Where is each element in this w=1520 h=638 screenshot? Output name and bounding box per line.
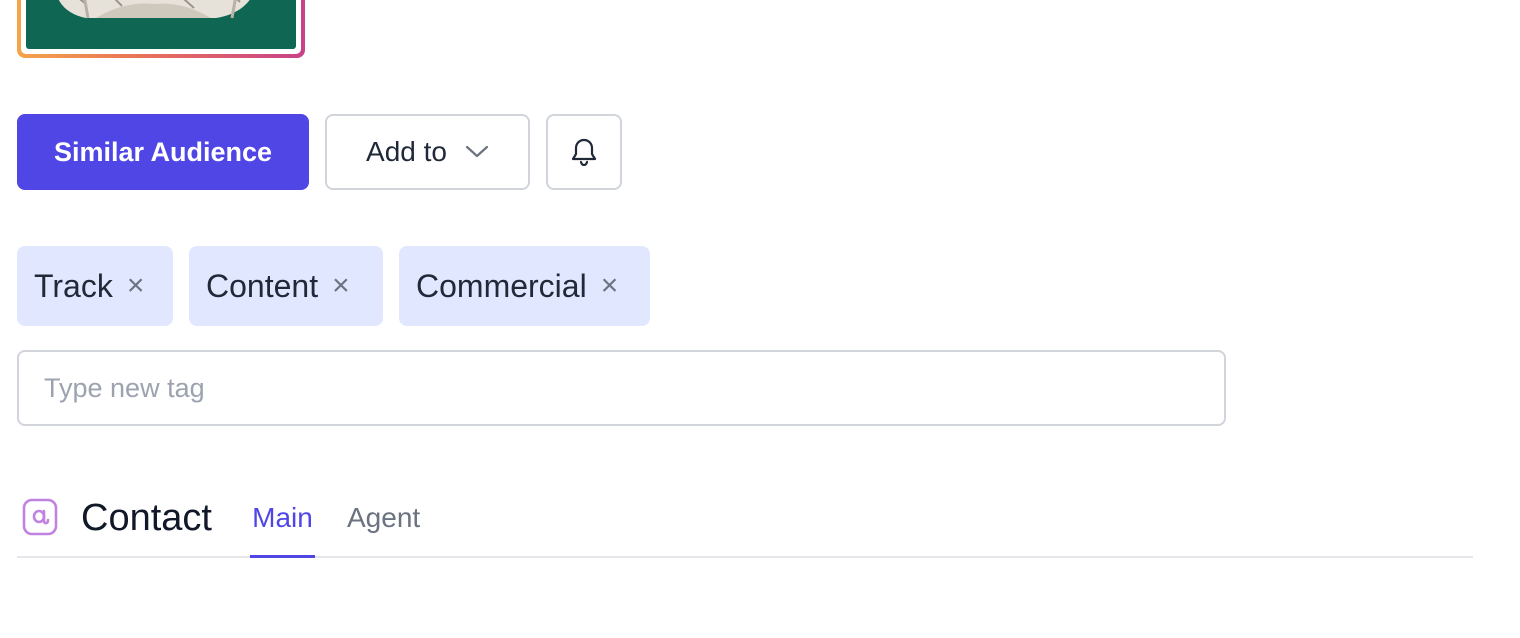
similar-audience-label: Similar Audience — [53, 136, 273, 167]
avatar-photo — [26, 0, 296, 49]
contact-section-header: Contact Main Agent — [17, 480, 1473, 558]
bell-icon — [571, 138, 597, 167]
tag-remove-icon[interactable]: × — [127, 271, 145, 301]
avatar[interactable] — [17, 0, 305, 58]
add-to-dropdown[interactable]: Add to — [325, 114, 530, 190]
similar-audience-button[interactable]: Similar Audience — [17, 114, 309, 190]
tag-chip: Commercial × — [399, 246, 650, 326]
tag-label: Commercial — [416, 267, 587, 304]
new-tag-input[interactable] — [17, 350, 1226, 426]
tag-chip: Track × — [17, 246, 173, 326]
tag-chip: Content × — [189, 246, 383, 326]
profile-page: Similar Audience Add to Track × Content … — [0, 0, 1520, 638]
tag-label: Content — [206, 267, 319, 304]
at-sign-icon — [22, 498, 58, 536]
avatar-image — [26, 0, 282, 34]
notification-button[interactable] — [546, 114, 622, 190]
tag-remove-icon[interactable]: × — [601, 271, 619, 301]
tab-main[interactable]: Main — [250, 480, 315, 558]
tag-remove-icon[interactable]: × — [332, 271, 350, 301]
tab-agent[interactable]: Agent — [347, 480, 420, 556]
contact-title: Contact — [81, 497, 212, 539]
tag-label: Track — [34, 267, 113, 304]
add-to-label: Add to — [366, 136, 447, 167]
chevron-down-icon — [465, 145, 489, 158]
